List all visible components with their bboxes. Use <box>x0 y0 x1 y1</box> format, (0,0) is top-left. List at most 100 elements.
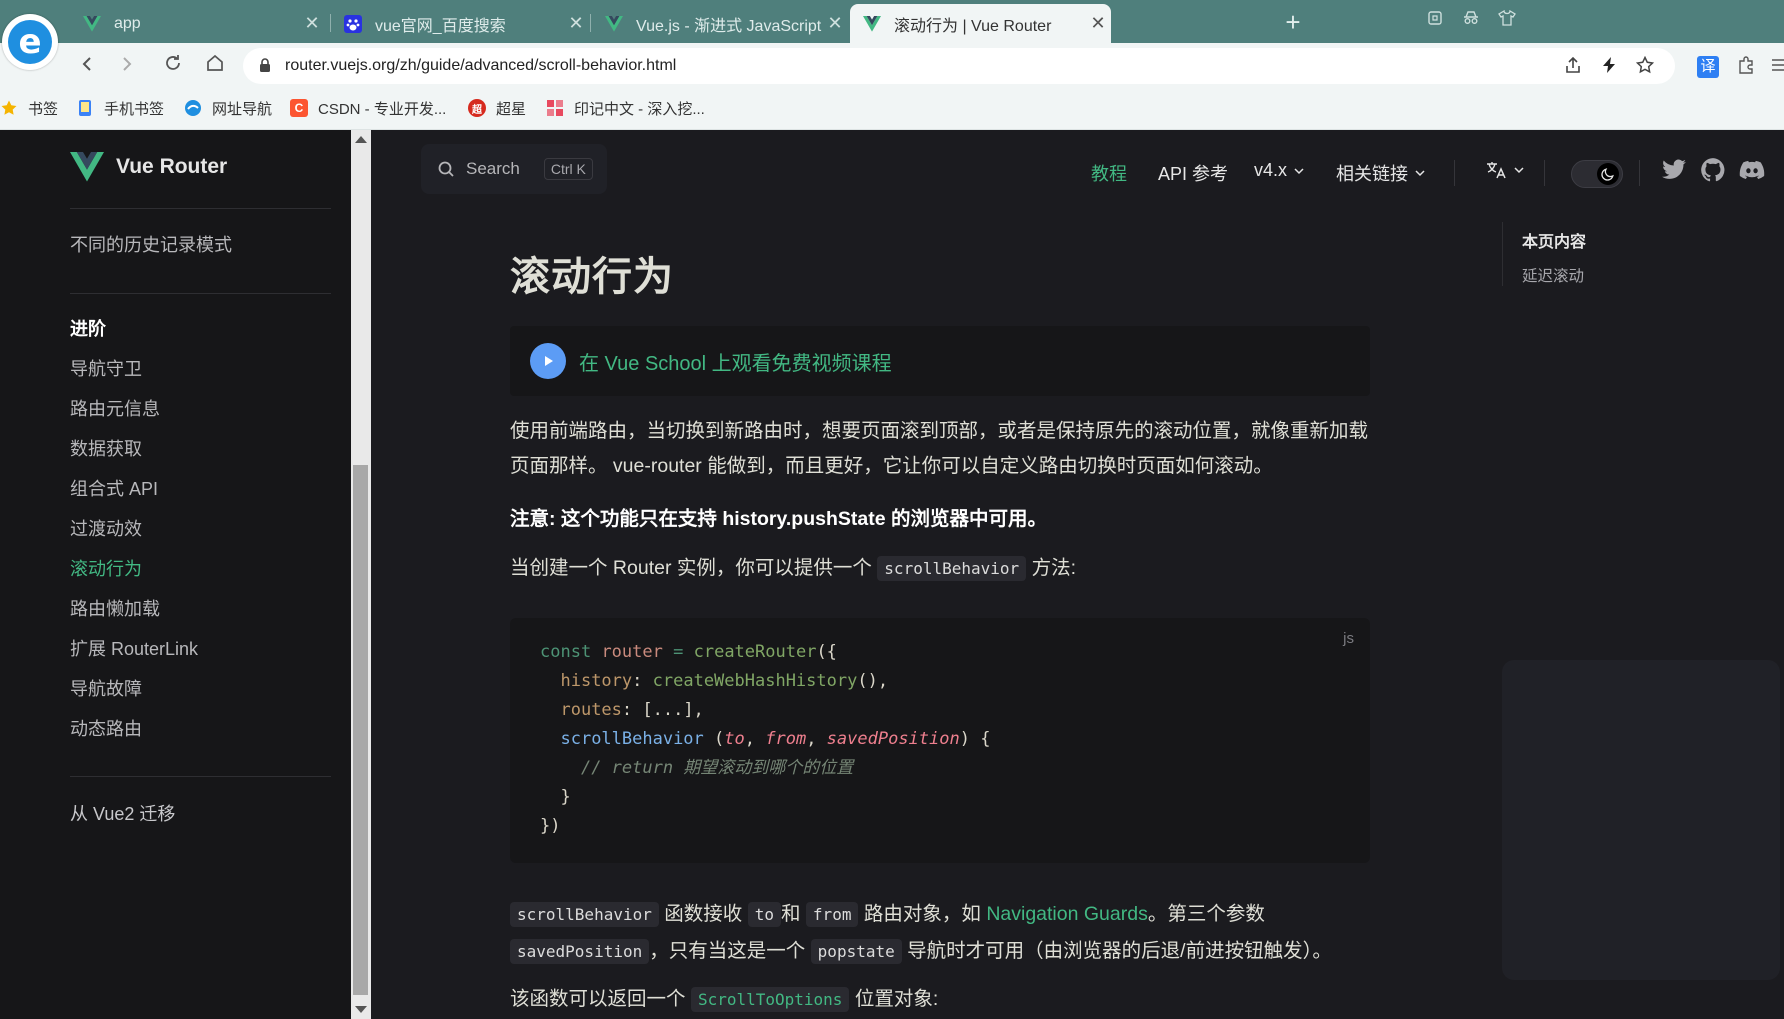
bookmarks-bar: 书签 手机书签 网址导航 C CSDN - 专业开发... 超 超星 印记中文 … <box>0 88 1784 130</box>
site-brand: Vue Router <box>116 155 228 178</box>
tab-vue-router[interactable]: 滚动行为 | Vue Router ✕ <box>850 4 1111 43</box>
outline-title: 本页内容 <box>1522 234 1587 251</box>
star-bookmark-icon[interactable] <box>1634 55 1656 78</box>
bookmark-item[interactable]: 手机书签 <box>76 96 164 120</box>
phone-bookmark-icon <box>76 99 94 117</box>
search-icon <box>438 161 454 177</box>
scroll-down-arrow-icon[interactable] <box>355 1006 367 1013</box>
incognito-icon[interactable] <box>1460 10 1482 32</box>
csdn-icon: C <box>290 99 308 117</box>
new-tab-button[interactable]: + <box>1276 4 1310 40</box>
sidebar-item-navigation-guards[interactable]: 导航守卫 <box>70 355 142 381</box>
navigation-guards-link[interactable]: Navigation Guards <box>986 903 1148 925</box>
site-logo[interactable]: Vue Router <box>70 152 227 182</box>
back-icon[interactable] <box>74 53 100 79</box>
sidebar-item-lazy-loading[interactable]: 路由懒加载 <box>70 595 160 621</box>
share-icon[interactable] <box>1562 56 1584 78</box>
home-icon[interactable] <box>202 53 228 79</box>
tab-vuejs[interactable]: Vue.js - 渐进式 JavaScript 框架 ✕ <box>592 4 848 43</box>
tab-app[interactable]: app ✕ <box>70 4 325 43</box>
vue-favicon-icon <box>82 14 102 34</box>
browser-logo: e <box>2 14 58 70</box>
bookmark-item[interactable]: 网址导航 <box>184 96 272 120</box>
forward-icon[interactable] <box>114 53 140 79</box>
chevron-down-icon <box>1514 167 1524 174</box>
sidebar-item-composition-api[interactable]: 组合式 API <box>70 475 158 501</box>
sidebar-item-extending-routerlink[interactable]: 扩展 RouterLink <box>70 635 198 661</box>
sidebar-item-migration[interactable]: 从 Vue2 迁移 <box>70 800 175 826</box>
browser-e-icon: e <box>8 20 52 64</box>
sidebar-section-advanced: 进阶 <box>70 319 106 339</box>
nav-version-dropdown[interactable]: v4.x <box>1254 160 1304 181</box>
github-icon[interactable] <box>1700 157 1726 183</box>
sidebar-item-route-meta[interactable]: 路由元信息 <box>70 395 160 421</box>
search-button[interactable]: Search Ctrl K <box>421 144 607 194</box>
tab-bar: app ✕ vue官网_百度搜索 ✕ Vue.js - 渐进式 JavaScri… <box>0 0 1784 43</box>
chaoxing-icon: 超 <box>468 99 486 117</box>
theme-toggle[interactable] <box>1571 160 1623 188</box>
paragraph-intro: 使用前端路由，当切换到新路由时，想要页面滚到顶部，或者是保持原先的滚动位置，就像… <box>510 420 1369 477</box>
page-title: 滚动行为 <box>510 255 674 299</box>
lightning-icon[interactable] <box>1598 56 1620 78</box>
tab-close-icon[interactable]: ✕ <box>563 13 589 34</box>
bookmark-item[interactable]: 书签 <box>0 96 58 120</box>
tab-baidu[interactable]: vue官网_百度搜索 ✕ <box>331 4 589 43</box>
inline-code: scrollBehavior <box>877 556 1027 581</box>
nav-guide[interactable]: 教程 <box>1091 160 1127 186</box>
translate-extension-icon[interactable]: 译 <box>1697 56 1719 78</box>
docschina-icon <box>546 99 564 117</box>
nav-api-reference[interactable]: API 参考 <box>1158 160 1228 186</box>
sidebar-item-navigation-failures[interactable]: 导航故障 <box>70 675 142 701</box>
url-field[interactable]: router.vuejs.org/zh/guide/advanced/scrol… <box>243 48 1675 84</box>
language-dropdown[interactable] <box>1485 160 1524 180</box>
sidebar-item-data-fetching[interactable]: 数据获取 <box>70 435 142 461</box>
sidebar-scrollbar[interactable] <box>351 130 371 1019</box>
menu-icon[interactable] <box>1768 56 1784 78</box>
bookmark-item[interactable]: 印记中文 - 深入挖... <box>546 96 705 120</box>
twitter-icon[interactable] <box>1661 157 1687 183</box>
extensions-icon[interactable] <box>1735 56 1757 78</box>
tab-close-icon[interactable]: ✕ <box>822 13 848 34</box>
star-icon <box>0 99 18 117</box>
sidebar-divider <box>70 208 331 209</box>
paragraph-router-instance: 当创建一个 Router 实例，你可以提供一个 scrollBehavior 方… <box>510 556 1076 581</box>
bookmark-item[interactable]: 超 超星 <box>468 96 526 120</box>
skin-icon[interactable] <box>1496 9 1518 32</box>
play-icon <box>530 343 566 379</box>
discord-icon[interactable] <box>1739 157 1765 183</box>
vue-logo-icon <box>70 152 104 182</box>
sidebar-item-scroll-behavior[interactable]: 滚动行为 <box>70 555 142 581</box>
address-bar-row: router.vuejs.org/zh/guide/advanced/scrol… <box>0 43 1784 88</box>
chevron-down-icon <box>1415 170 1425 177</box>
search-shortcut: Ctrl K <box>543 158 593 180</box>
code-content: const router = createRouter({ history: c… <box>540 642 991 836</box>
bookmark-item[interactable]: C CSDN - 专业开发... <box>290 96 446 120</box>
main-content: Search Ctrl K 教程 API 参考 v4.x 相关链接 滚动行为 在… <box>371 130 1784 1019</box>
tab-separator <box>590 14 591 32</box>
reload-icon[interactable] <box>160 53 186 79</box>
nav-icon <box>184 99 202 117</box>
chevron-down-icon <box>1294 167 1304 174</box>
paragraph-note: 注意: 这个功能只在支持 history.pushState 的浏览器中可用。 <box>510 508 1047 530</box>
vue-favicon-icon <box>862 14 882 34</box>
outline-item-delayed-scroll[interactable]: 延迟滚动 <box>1522 264 1782 286</box>
url-text[interactable]: router.vuejs.org/zh/guide/advanced/scrol… <box>285 57 676 75</box>
vueschool-banner[interactable]: 在 Vue School 上观看免费视频课程 <box>510 326 1370 396</box>
translate-icon <box>1487 162 1506 179</box>
sidebar-item-dynamic-routing[interactable]: 动态路由 <box>70 715 142 741</box>
scroll-up-arrow-icon[interactable] <box>355 136 367 143</box>
tab-close-icon[interactable]: ✕ <box>299 13 325 34</box>
paragraph-return-value: 该函数可以返回一个 ScrollToOptions 位置对象: <box>510 987 939 1012</box>
sidebar: Vue Router 不同的历史记录模式 进阶 导航守卫 路由元信息 数据获取 … <box>0 130 351 1019</box>
nav-divider <box>1639 160 1640 186</box>
sidebar-item-history-modes[interactable]: 不同的历史记录模式 <box>70 231 232 257</box>
tab-search-icon[interactable] <box>1424 10 1446 32</box>
nav-related-links-dropdown[interactable]: 相关链接 <box>1336 160 1425 186</box>
code-block: js const router = createRouter({ history… <box>510 618 1370 863</box>
moon-icon <box>1597 163 1619 185</box>
vueschool-link[interactable]: 在 Vue School 上观看免费视频课程 <box>579 347 892 376</box>
tab-close-icon[interactable]: ✕ <box>1085 13 1111 34</box>
scrollbar-thumb[interactable] <box>353 465 368 995</box>
sidebar-item-transitions[interactable]: 过渡动效 <box>70 515 142 541</box>
nav-divider <box>1544 160 1545 186</box>
